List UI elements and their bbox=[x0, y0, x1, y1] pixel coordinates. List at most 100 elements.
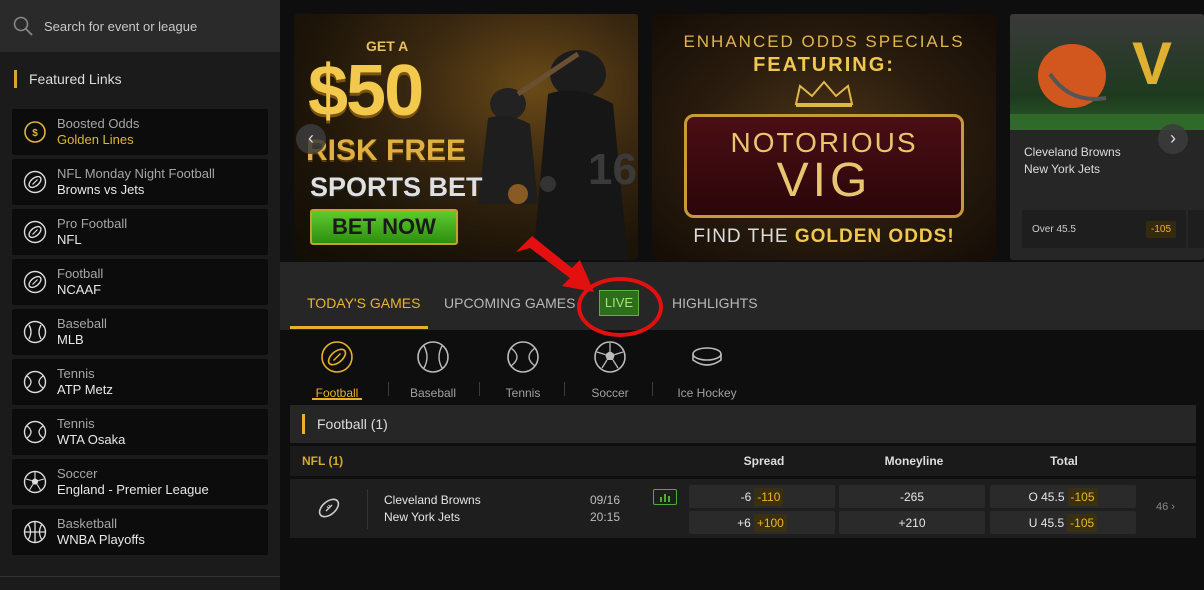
featured-second-bet-button[interactable] bbox=[1188, 210, 1204, 248]
odds-line: +6 bbox=[737, 515, 751, 530]
tennis-icon bbox=[22, 369, 48, 395]
carousel-prev-button[interactable]: ‹ bbox=[296, 124, 326, 154]
bet-now-button[interactable]: BET NOW bbox=[310, 209, 458, 245]
soccer-icon bbox=[594, 341, 626, 373]
sport-label: Ice Hockey bbox=[677, 386, 737, 400]
link-subtitle: ATP Metz bbox=[57, 382, 113, 397]
link-title: Tennis bbox=[57, 416, 95, 431]
column-spread: Spread bbox=[743, 454, 785, 468]
promo-footer-pre: FIND THE bbox=[693, 226, 795, 247]
sport-baseball[interactable]: Baseball bbox=[405, 338, 461, 400]
event-datetime: 09/16 20:15 bbox=[590, 492, 620, 526]
search-icon bbox=[13, 16, 33, 36]
sport-label: Baseball bbox=[409, 386, 457, 400]
featured-over-bet-button[interactable]: Over 45.5 -105 bbox=[1022, 210, 1186, 248]
league-name[interactable]: NFL (1) bbox=[302, 454, 343, 468]
promo-featuring: FEATURING: bbox=[753, 54, 895, 76]
featured-event-card[interactable]: V › Cleveland Browns New York Jets Over … bbox=[1010, 14, 1204, 260]
bet-label: Over 45.5 bbox=[1032, 223, 1076, 235]
football-section-header[interactable]: Football (1) bbox=[290, 405, 1196, 443]
hockey-puck-icon bbox=[692, 347, 722, 366]
browns-helmet-image: V bbox=[1010, 14, 1204, 130]
spread-away-odds[interactable]: +6 +100 bbox=[689, 511, 835, 534]
promo-footer-gold: GOLDEN ODDS! bbox=[794, 226, 955, 247]
event-time: 20:15 bbox=[590, 510, 621, 524]
total-over-odds[interactable]: O 45.5 -105 bbox=[990, 485, 1136, 508]
featured-team-1: Cleveland Browns bbox=[1024, 145, 1121, 159]
bet-odds: -105 bbox=[1145, 220, 1176, 238]
link-title: Boosted Odds bbox=[57, 116, 140, 131]
link-subtitle: WTA Osaka bbox=[57, 432, 126, 447]
featured-link-wta-osaka[interactable]: Tennis WTA Osaka bbox=[12, 409, 268, 455]
link-title: Basketball bbox=[57, 516, 117, 531]
stats-button[interactable] bbox=[653, 489, 677, 505]
featured-link-wnba[interactable]: Basketball WNBA Playoffs bbox=[12, 509, 268, 555]
event-team-1: Cleveland Browns bbox=[384, 493, 481, 507]
featured-link-ncaaf[interactable]: Football NCAAF bbox=[12, 259, 268, 305]
featured-event-teams: Cleveland Browns New York Jets bbox=[1024, 144, 1121, 178]
odds-price: -105 bbox=[1067, 487, 1098, 506]
link-subtitle: WNBA Playoffs bbox=[57, 532, 145, 547]
svg-text:V: V bbox=[1132, 30, 1172, 97]
promo-footer: FIND THE GOLDEN ODDS! bbox=[652, 226, 996, 248]
spread-home-odds[interactable]: -6 -110 bbox=[689, 485, 835, 508]
active-sport-indicator bbox=[312, 398, 362, 400]
odds-price: +100 bbox=[753, 513, 787, 532]
athletes-image: 16 bbox=[478, 50, 637, 260]
sportsbook-app: Featured Links $ Boosted OddsGolden Line… bbox=[0, 0, 1204, 590]
crown-icon bbox=[794, 80, 854, 107]
tab-live[interactable]: LIVE bbox=[599, 290, 639, 316]
moneyline-home-odds[interactable]: -265 bbox=[839, 485, 985, 508]
sidebar-divider bbox=[0, 576, 280, 577]
link-subtitle: England - Premier League bbox=[57, 482, 209, 497]
odds-line: -6 bbox=[740, 489, 752, 504]
odds-line: U 45.5 bbox=[1028, 515, 1065, 530]
total-under-odds[interactable]: U 45.5 -105 bbox=[990, 511, 1136, 534]
more-markets-link[interactable]: 46 › bbox=[1156, 501, 1175, 513]
sport-ice-hockey[interactable]: Ice Hockey bbox=[676, 338, 738, 400]
link-title: Baseball bbox=[57, 316, 107, 331]
sport-separator bbox=[652, 382, 653, 396]
boosted-odds-icon: $ bbox=[22, 119, 48, 145]
promo-title-vig: VIG bbox=[776, 154, 872, 207]
sport-separator bbox=[388, 382, 389, 396]
baseball-icon bbox=[417, 341, 449, 373]
event-date: 09/16 bbox=[590, 493, 621, 507]
sport-separator bbox=[564, 382, 565, 396]
tab-highlights[interactable]: HIGHLIGHTS bbox=[672, 295, 758, 311]
football-icon bbox=[22, 169, 48, 195]
event-teams: Cleveland Browns New York Jets bbox=[384, 492, 481, 526]
event-divider bbox=[367, 489, 368, 529]
basketball-icon bbox=[22, 519, 48, 545]
football-icon bbox=[318, 498, 340, 518]
featured-link-atp-metz[interactable]: Tennis ATP Metz bbox=[12, 359, 268, 405]
tab-todays-games[interactable]: TODAY'S GAMES bbox=[307, 295, 420, 311]
svg-text:16: 16 bbox=[588, 145, 637, 194]
search-bar[interactable] bbox=[0, 0, 280, 52]
featured-link-boosted-odds[interactable]: $ Boosted Odds Golden Lines bbox=[12, 109, 268, 155]
active-tab-indicator bbox=[290, 326, 428, 329]
featured-link-nfl-mnf[interactable]: NFL Monday Night Football Browns vs Jets bbox=[12, 159, 268, 205]
featured-link-mlb[interactable]: Baseball MLB bbox=[12, 309, 268, 355]
sport-tennis[interactable]: Tennis bbox=[502, 338, 544, 400]
featured-link-pro-football[interactable]: Pro Football NFL bbox=[12, 209, 268, 255]
promo-banner-notorious-vig[interactable]: ENHANCED ODDS SPECIALS FEATURING: NOTORI… bbox=[652, 14, 996, 260]
link-title: Soccer bbox=[57, 466, 98, 481]
section-accent-bar bbox=[302, 414, 305, 434]
featured-team-2: New York Jets bbox=[1024, 162, 1101, 176]
sport-football[interactable]: Football bbox=[312, 338, 362, 400]
carousel-next-button[interactable]: › bbox=[1158, 124, 1188, 154]
event-row[interactable]: Cleveland Browns New York Jets 09/16 20:… bbox=[290, 479, 1196, 538]
promo-amount: $50 bbox=[308, 51, 424, 131]
promo-sports-bet: SPORTS BET bbox=[310, 172, 483, 202]
column-total: Total bbox=[1050, 454, 1078, 468]
moneyline-away-odds[interactable]: +210 bbox=[839, 511, 985, 534]
sport-soccer[interactable]: Soccer bbox=[588, 338, 632, 400]
promo-banner-risk-free[interactable]: 16 GET A $50 RISK FREE SPORTS BET BET NO… bbox=[294, 14, 638, 260]
soccer-icon bbox=[22, 469, 48, 495]
sport-label: Soccer bbox=[591, 386, 629, 400]
link-subtitle: NFL bbox=[57, 232, 82, 247]
promo-enhanced-odds: ENHANCED ODDS SPECIALS bbox=[683, 32, 965, 51]
featured-link-premier-league[interactable]: Soccer England - Premier League bbox=[12, 459, 268, 505]
search-input[interactable] bbox=[44, 18, 264, 34]
